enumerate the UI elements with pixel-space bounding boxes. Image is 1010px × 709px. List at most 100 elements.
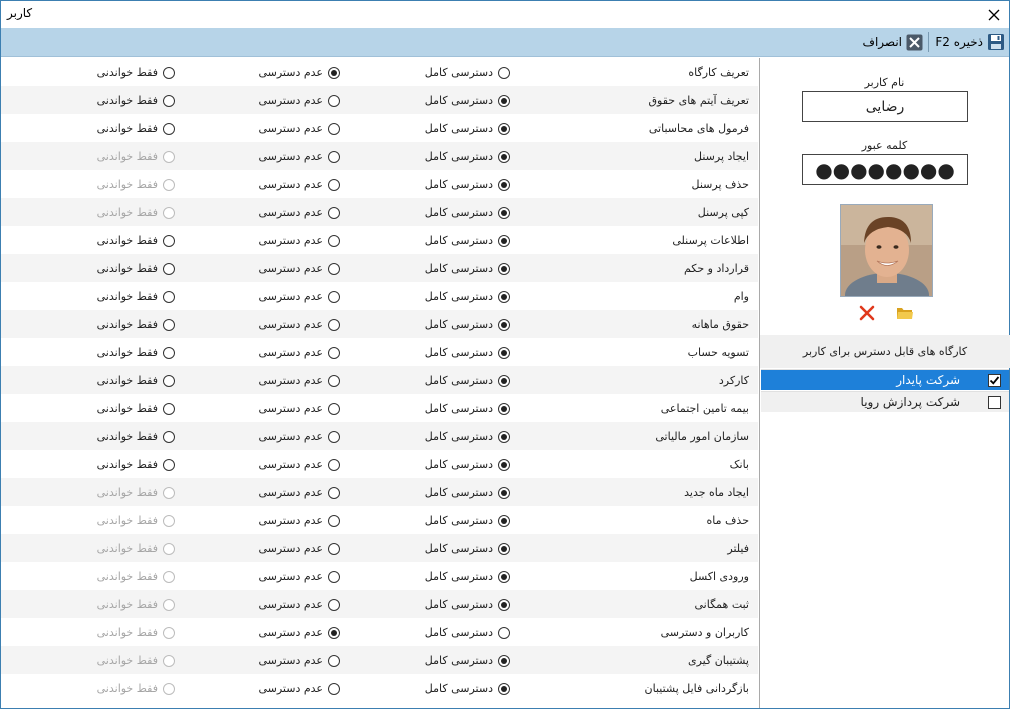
radio-button[interactable] <box>163 430 175 443</box>
radio-button[interactable] <box>498 682 510 695</box>
radio-no-access[interactable]: عدم دسترسی <box>258 346 340 359</box>
radio-full-access[interactable]: دسترسی کامل <box>425 514 510 527</box>
radio-button[interactable] <box>328 94 340 107</box>
radio-button[interactable] <box>163 346 175 359</box>
radio-button[interactable] <box>328 290 340 303</box>
radio-read-only[interactable]: فقط خواندنی <box>97 122 175 135</box>
radio-read-only[interactable]: فقط خواندنی <box>97 374 175 387</box>
workshop-item[interactable]: شرکت پردازش رویا <box>761 391 1009 412</box>
radio-button[interactable] <box>328 178 340 191</box>
save-button[interactable]: ذخیره F2 <box>935 31 1005 53</box>
radio-button[interactable] <box>498 178 510 191</box>
radio-button[interactable] <box>163 234 175 247</box>
folder-icon[interactable] <box>896 305 914 321</box>
radio-button[interactable] <box>498 234 510 247</box>
radio-full-access[interactable]: دسترسی کامل <box>425 430 510 443</box>
radio-button[interactable] <box>498 626 510 639</box>
radio-button[interactable] <box>163 374 175 387</box>
radio-button[interactable] <box>163 122 175 135</box>
radio-full-access[interactable]: دسترسی کامل <box>425 94 510 107</box>
radio-full-access[interactable]: دسترسی کامل <box>425 318 510 331</box>
radio-read-only[interactable]: فقط خواندنی <box>97 94 175 107</box>
radio-no-access[interactable]: عدم دسترسی <box>258 402 340 415</box>
radio-button[interactable] <box>328 374 340 387</box>
radio-no-access[interactable]: عدم دسترسی <box>258 150 340 163</box>
radio-read-only[interactable]: فقط خواندنی <box>97 402 175 415</box>
radio-full-access[interactable]: دسترسی کامل <box>425 682 510 695</box>
radio-no-access[interactable]: عدم دسترسی <box>258 682 340 695</box>
radio-button[interactable] <box>498 318 510 331</box>
radio-button[interactable] <box>328 542 340 555</box>
workshop-item[interactable]: شرکت پایدار <box>761 369 1009 390</box>
radio-no-access[interactable]: عدم دسترسی <box>258 122 340 135</box>
radio-button[interactable] <box>498 374 510 387</box>
radio-button[interactable] <box>328 346 340 359</box>
radio-button[interactable] <box>328 234 340 247</box>
radio-no-access[interactable]: عدم دسترسی <box>258 234 340 247</box>
radio-full-access[interactable]: دسترسی کامل <box>425 346 510 359</box>
radio-no-access[interactable]: عدم دسترسی <box>258 318 340 331</box>
radio-no-access[interactable]: عدم دسترسی <box>258 430 340 443</box>
radio-button[interactable] <box>498 598 510 611</box>
radio-button[interactable] <box>498 346 510 359</box>
radio-no-access[interactable]: عدم دسترسی <box>258 598 340 611</box>
radio-full-access[interactable]: دسترسی کامل <box>425 290 510 303</box>
radio-full-access[interactable]: دسترسی کامل <box>425 486 510 499</box>
radio-no-access[interactable]: عدم دسترسی <box>258 486 340 499</box>
radio-button[interactable] <box>163 458 175 471</box>
cancel-button[interactable]: انصراف <box>863 31 923 53</box>
radio-full-access[interactable]: دسترسی کامل <box>425 122 510 135</box>
radio-button[interactable] <box>498 458 510 471</box>
radio-full-access[interactable]: دسترسی کامل <box>425 654 510 667</box>
radio-full-access[interactable]: دسترسی کامل <box>425 150 510 163</box>
radio-button[interactable] <box>498 430 510 443</box>
radio-no-access[interactable]: عدم دسترسی <box>258 570 340 583</box>
radio-no-access[interactable]: عدم دسترسی <box>258 178 340 191</box>
radio-button[interactable] <box>328 66 340 79</box>
radio-button[interactable] <box>163 290 175 303</box>
workshop-checkbox[interactable] <box>988 395 1001 409</box>
radio-no-access[interactable]: عدم دسترسی <box>258 94 340 107</box>
radio-no-access[interactable]: عدم دسترسی <box>258 66 340 79</box>
radio-read-only[interactable]: فقط خواندنی <box>97 458 175 471</box>
radio-no-access[interactable]: عدم دسترسی <box>258 514 340 527</box>
radio-no-access[interactable]: عدم دسترسی <box>258 626 340 639</box>
radio-full-access[interactable]: دسترسی کامل <box>425 598 510 611</box>
radio-button[interactable] <box>498 94 510 107</box>
radio-button[interactable] <box>328 318 340 331</box>
radio-full-access[interactable]: دسترسی کامل <box>425 458 510 471</box>
radio-button[interactable] <box>328 570 340 583</box>
radio-full-access[interactable]: دسترسی کامل <box>425 402 510 415</box>
radio-no-access[interactable]: عدم دسترسی <box>258 290 340 303</box>
radio-button[interactable] <box>498 206 510 219</box>
radio-button[interactable] <box>328 262 340 275</box>
radio-button[interactable] <box>498 122 510 135</box>
radio-no-access[interactable]: عدم دسترسی <box>258 262 340 275</box>
radio-button[interactable] <box>328 486 340 499</box>
radio-button[interactable] <box>498 486 510 499</box>
radio-no-access[interactable]: عدم دسترسی <box>258 654 340 667</box>
radio-button[interactable] <box>163 402 175 415</box>
radio-button[interactable] <box>498 262 510 275</box>
radio-read-only[interactable]: فقط خواندنی <box>97 66 175 79</box>
radio-button[interactable] <box>498 654 510 667</box>
radio-full-access[interactable]: دسترسی کامل <box>425 234 510 247</box>
radio-button[interactable] <box>498 290 510 303</box>
radio-full-access[interactable]: دسترسی کامل <box>425 206 510 219</box>
radio-full-access[interactable]: دسترسی کامل <box>425 570 510 583</box>
radio-button[interactable] <box>328 150 340 163</box>
close-button[interactable] <box>979 1 1009 28</box>
radio-read-only[interactable]: فقط خواندنی <box>97 430 175 443</box>
radio-read-only[interactable]: فقط خواندنی <box>97 234 175 247</box>
radio-no-access[interactable]: عدم دسترسی <box>258 374 340 387</box>
radio-button[interactable] <box>498 542 510 555</box>
radio-button[interactable] <box>163 66 175 79</box>
radio-button[interactable] <box>498 402 510 415</box>
radio-full-access[interactable]: دسترسی کامل <box>425 178 510 191</box>
radio-read-only[interactable]: فقط خواندنی <box>97 290 175 303</box>
radio-button[interactable] <box>328 626 340 639</box>
radio-no-access[interactable]: عدم دسترسی <box>258 458 340 471</box>
radio-full-access[interactable]: دسترسی کامل <box>425 66 510 79</box>
radio-button[interactable] <box>328 654 340 667</box>
radio-full-access[interactable]: دسترسی کامل <box>425 626 510 639</box>
